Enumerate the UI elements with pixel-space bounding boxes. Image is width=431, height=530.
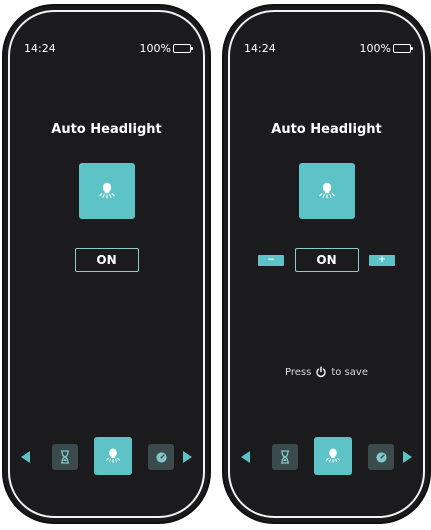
decrement-button[interactable]: − xyxy=(258,255,284,266)
battery-percent: 100% xyxy=(359,42,391,55)
stage: 14:24 100% Auto Headlight ON 14:24 100% … xyxy=(0,0,431,530)
nav-item-gauge[interactable] xyxy=(148,444,174,470)
headlight-icon xyxy=(78,163,135,219)
hourglass-icon xyxy=(281,450,289,464)
bottom-nav xyxy=(10,437,203,477)
screen-left: 14:24 100% Auto Headlight ON xyxy=(8,10,205,518)
hint-text-before: Press xyxy=(285,366,312,378)
nav-item-headlight[interactable] xyxy=(314,437,352,475)
increment-button[interactable]: + xyxy=(369,255,395,266)
gauge-icon xyxy=(155,451,167,463)
clock: 14:24 xyxy=(24,42,56,55)
battery-indicator: 100% xyxy=(139,42,193,55)
save-hint: Press to save xyxy=(230,366,423,378)
value-display: ON xyxy=(294,248,359,272)
headlight-icon xyxy=(298,163,355,219)
page-title: Auto Headlight xyxy=(271,122,382,137)
value-display: ON xyxy=(74,248,139,272)
nav-right-arrow-icon[interactable] xyxy=(183,451,192,463)
status-bar: 14:24 100% xyxy=(24,42,193,58)
nav-left-arrow-icon[interactable] xyxy=(241,451,250,463)
clock: 14:24 xyxy=(244,42,276,55)
battery-icon xyxy=(393,44,413,53)
nav-left-arrow-icon[interactable] xyxy=(21,451,30,463)
power-icon xyxy=(316,366,327,378)
phone-frame-right: 14:24 100% Auto Headlight − ON + Press t… xyxy=(222,4,431,524)
bottom-nav xyxy=(230,437,423,477)
gauge-icon xyxy=(375,451,387,463)
battery-indicator: 100% xyxy=(359,42,413,55)
page-title: Auto Headlight xyxy=(51,122,162,137)
phone-frame-left: 14:24 100% Auto Headlight ON xyxy=(2,4,211,524)
status-bar: 14:24 100% xyxy=(244,42,413,58)
battery-icon xyxy=(173,44,193,53)
headlight-icon xyxy=(325,448,341,463)
nav-item-headlight[interactable] xyxy=(94,437,132,475)
battery-percent: 100% xyxy=(139,42,171,55)
hourglass-icon xyxy=(61,450,69,464)
nav-right-arrow-icon[interactable] xyxy=(403,451,412,463)
screen-right: 14:24 100% Auto Headlight − ON + Press t… xyxy=(228,10,425,518)
nav-item-timer[interactable] xyxy=(52,444,78,470)
nav-item-timer[interactable] xyxy=(272,444,298,470)
hint-text-after: to save xyxy=(331,366,368,378)
nav-item-gauge[interactable] xyxy=(368,444,394,470)
headlight-icon xyxy=(105,448,121,463)
